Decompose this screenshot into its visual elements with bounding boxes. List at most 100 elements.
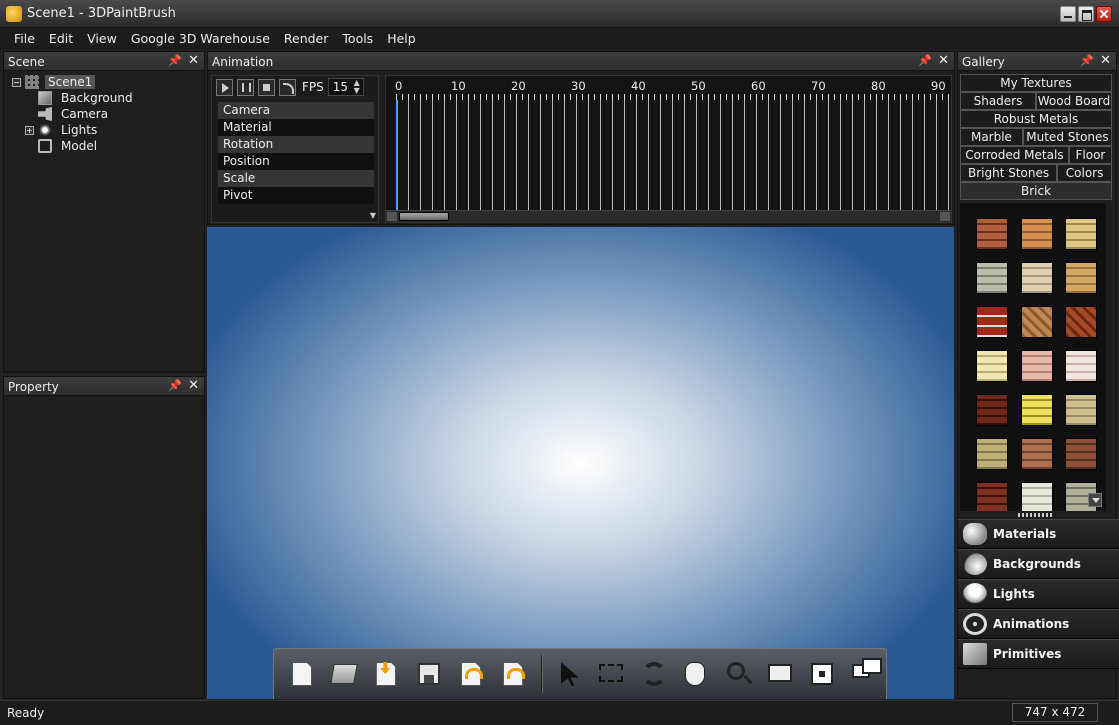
tab-muted-stones[interactable]: Muted Stones	[1022, 128, 1112, 146]
tab-wood-board[interactable]: Wood Board	[1036, 92, 1112, 110]
close-icon[interactable]: ✕	[188, 53, 199, 68]
texture-thumbnail[interactable]	[1021, 306, 1053, 338]
undo-button[interactable]	[451, 654, 489, 694]
texture-thumbnail[interactable]	[1021, 438, 1053, 470]
tree-item-background[interactable]: Background	[12, 90, 136, 106]
collapse-icon[interactable]: −	[12, 77, 21, 87]
menu-tools[interactable]: Tools	[335, 28, 380, 49]
close-icon[interactable]: ✕	[938, 53, 949, 68]
menu-help[interactable]: Help	[380, 28, 423, 49]
pin-icon[interactable]: 📌	[168, 54, 182, 67]
accordion-materials[interactable]: Materials	[958, 519, 1119, 549]
scroll-left-icon[interactable]	[387, 212, 397, 221]
tab-brick[interactable]: Brick	[960, 182, 1112, 200]
select-rect-button[interactable]	[591, 654, 629, 694]
redo-button[interactable]	[493, 654, 531, 694]
track-position[interactable]: Position	[218, 153, 374, 170]
texture-thumbnail[interactable]	[976, 350, 1008, 382]
pin-icon[interactable]: 📌	[168, 379, 182, 392]
tree-item-model[interactable]: Model	[12, 138, 136, 154]
zoom-rect-button[interactable]	[760, 654, 798, 694]
accordion-backgrounds[interactable]: Backgrounds	[958, 549, 1119, 579]
dropdown-arrow-icon[interactable]: ▼	[370, 211, 376, 220]
accordion-lights[interactable]: Lights	[958, 579, 1119, 609]
expand-icon[interactable]: +	[25, 125, 34, 135]
rotate-button[interactable]	[633, 654, 671, 694]
texture-thumbnail[interactable]	[976, 218, 1008, 250]
track-material[interactable]: Material	[218, 119, 374, 136]
texture-thumbnail[interactable]	[1065, 394, 1097, 426]
tab-corroded-metals[interactable]: Corroded Metals	[960, 146, 1069, 164]
pause-button[interactable]	[237, 78, 254, 96]
fps-label: FPS	[302, 80, 324, 94]
zoom-button[interactable]	[717, 654, 755, 694]
open-button[interactable]	[324, 654, 362, 694]
texture-thumbnail[interactable]	[1065, 218, 1097, 250]
texture-thumbnail[interactable]	[1021, 262, 1053, 294]
tab-marble[interactable]: Marble	[960, 128, 1023, 146]
select-tool-button[interactable]	[549, 654, 587, 694]
tab-bright-stones[interactable]: Bright Stones	[960, 164, 1058, 182]
minimize-button[interactable]	[1060, 6, 1076, 22]
accordion-label: Lights	[993, 587, 1035, 601]
close-window-button[interactable]	[1096, 6, 1112, 22]
curve-editor-button[interactable]	[279, 78, 296, 96]
timeline-cursor[interactable]	[396, 100, 398, 210]
tree-item-camera[interactable]: Camera	[12, 106, 136, 122]
tree-item-scene1[interactable]: − Scene1	[12, 74, 136, 90]
texture-thumbnail[interactable]	[1021, 394, 1053, 426]
tab-floor[interactable]: Floor	[1068, 146, 1112, 164]
maximize-button[interactable]	[1078, 6, 1094, 22]
scrollbar-thumb[interactable]	[399, 212, 449, 221]
stop-button[interactable]	[258, 78, 275, 96]
close-icon[interactable]: ✕	[188, 378, 199, 393]
accordion-animations[interactable]: Animations	[958, 609, 1119, 639]
texture-thumbnail[interactable]	[1065, 262, 1097, 294]
close-icon[interactable]: ✕	[1100, 53, 1111, 68]
texture-thumbnail[interactable]	[976, 262, 1008, 294]
status-text: Ready	[7, 706, 45, 720]
pan-button[interactable]	[675, 654, 713, 694]
pin-icon[interactable]: 📌	[1080, 54, 1094, 67]
timeline[interactable]: 0 10 20 30 40 50 60 70 80 90	[385, 75, 952, 223]
scroll-down-icon[interactable]	[1088, 493, 1102, 507]
track-camera[interactable]: Camera	[218, 102, 374, 119]
splitter-handle[interactable]	[1018, 513, 1054, 517]
menu-render[interactable]: Render	[277, 28, 336, 49]
spin-arrows-icon[interactable]: ▲ ▼	[354, 79, 360, 95]
texture-thumbnail[interactable]	[1021, 218, 1053, 250]
accordion-primitives[interactable]: Primitives	[958, 639, 1119, 669]
track-scale[interactable]: Scale	[218, 170, 374, 187]
fps-stepper[interactable]: 15 ▲ ▼	[327, 78, 364, 96]
tab-shaders[interactable]: Shaders	[960, 92, 1036, 110]
tab-robust-metals[interactable]: Robust Metals	[960, 110, 1112, 128]
menu-google-3d-warehouse[interactable]: Google 3D Warehouse	[124, 28, 277, 49]
tab-colors[interactable]: Colors	[1057, 164, 1112, 182]
track-pivot[interactable]: Pivot	[218, 187, 374, 204]
texture-thumbnail[interactable]	[976, 394, 1008, 426]
pin-icon[interactable]: 📌	[918, 54, 932, 67]
track-rotation[interactable]: Rotation	[218, 136, 374, 153]
menu-view[interactable]: View	[80, 28, 124, 49]
scroll-right-icon[interactable]	[940, 212, 950, 221]
tree-item-lights[interactable]: + Lights	[12, 122, 136, 138]
texture-thumbnail[interactable]	[1065, 350, 1097, 382]
fit-view-button[interactable]	[802, 654, 840, 694]
texture-thumbnail[interactable]	[1021, 482, 1053, 511]
window-mode-button[interactable]	[844, 654, 882, 694]
menu-edit[interactable]: Edit	[42, 28, 80, 49]
texture-thumbnail[interactable]	[976, 482, 1008, 511]
texture-thumbnail[interactable]	[976, 306, 1008, 338]
texture-thumbnail[interactable]	[976, 438, 1008, 470]
texture-thumbnail[interactable]	[1065, 438, 1097, 470]
save-button[interactable]	[408, 654, 446, 694]
new-button[interactable]	[282, 654, 320, 694]
3d-viewport[interactable]	[207, 227, 954, 699]
import-button[interactable]	[366, 654, 404, 694]
texture-thumbnail[interactable]	[1021, 350, 1053, 382]
play-button[interactable]	[216, 78, 233, 96]
texture-thumbnail[interactable]	[1065, 306, 1097, 338]
timeline-scrollbar[interactable]	[386, 210, 951, 222]
tab-my-textures[interactable]: My Textures	[960, 74, 1112, 92]
menu-file[interactable]: File	[7, 28, 42, 49]
